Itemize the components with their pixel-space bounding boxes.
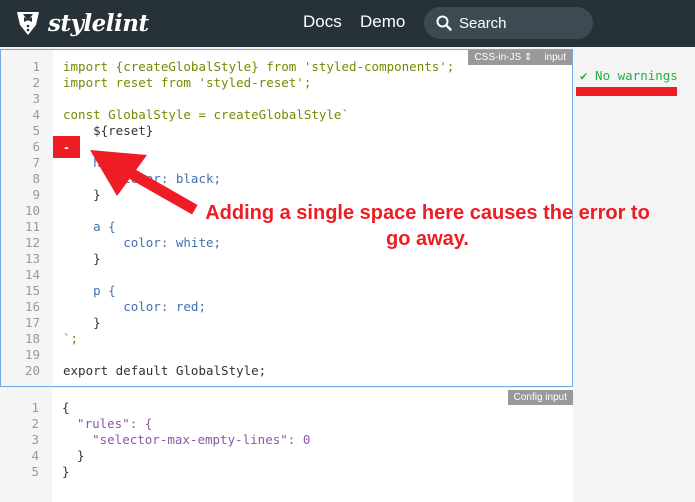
line-6-marker: - bbox=[53, 136, 80, 158]
line-number: 11 bbox=[24, 219, 40, 234]
top-nav-bar: stylelint Docs Demo bbox=[0, 0, 695, 47]
annotation-text: Adding a single space here causes the er… bbox=[205, 202, 650, 250]
search-box[interactable] bbox=[424, 7, 593, 39]
line-number: 3 bbox=[31, 432, 39, 447]
line-number: 9 bbox=[32, 187, 40, 202]
config-input-badge: Config input bbox=[507, 390, 573, 405]
line-number: 2 bbox=[31, 416, 39, 431]
line-number: 12 bbox=[24, 235, 40, 250]
line-number: 19 bbox=[24, 347, 40, 362]
logo-text: stylelint bbox=[48, 9, 149, 37]
code-line: } bbox=[63, 315, 101, 330]
line-number: 4 bbox=[31, 448, 39, 463]
marker-dash: - bbox=[64, 139, 69, 155]
config-line: } bbox=[62, 448, 85, 463]
config-line: { bbox=[62, 400, 70, 415]
code-line: import reset from 'styled-reset'; bbox=[63, 75, 312, 90]
line-number: 2 bbox=[32, 75, 40, 90]
line-number: 7 bbox=[32, 155, 40, 170]
code-line: const GlobalStyle = createGlobalStyle` bbox=[63, 107, 349, 122]
line-number: 3 bbox=[32, 91, 40, 106]
code-line: p { bbox=[63, 283, 116, 298]
line-number: 8 bbox=[32, 171, 40, 186]
syntax-mode-badge[interactable]: CSS-in-JS ⇕ input bbox=[468, 50, 572, 65]
line-number: 1 bbox=[32, 59, 40, 74]
code-line: color: black; bbox=[63, 171, 222, 186]
no-warnings-status: ✔ No warnings bbox=[580, 68, 678, 83]
line-number: 15 bbox=[24, 283, 40, 298]
config-editor[interactable]: Config input 1 { 2 "rules": { 3 "selector… bbox=[0, 388, 573, 502]
code-line: import {createGlobalStyle} from 'styled-… bbox=[63, 59, 455, 74]
config-line: } bbox=[62, 464, 70, 479]
config-line: "selector-max-empty-lines": 0 bbox=[62, 432, 311, 447]
line-number: 13 bbox=[24, 251, 40, 266]
line-number: 20 bbox=[24, 363, 40, 378]
stylelint-logo[interactable]: stylelint bbox=[14, 8, 149, 38]
code-line: `; bbox=[63, 331, 79, 346]
line-number: 4 bbox=[32, 107, 40, 122]
results-panel bbox=[573, 47, 695, 502]
code-line: a { bbox=[63, 219, 116, 234]
code-line: } bbox=[63, 251, 101, 266]
code-line: } bbox=[63, 187, 101, 202]
search-input[interactable] bbox=[459, 14, 579, 32]
line-number: 5 bbox=[32, 123, 40, 138]
line-number: 6 bbox=[32, 139, 40, 154]
config-line: "rules": { bbox=[62, 416, 153, 431]
select-arrows-icon: ⇕ bbox=[523, 52, 533, 63]
line-number: 16 bbox=[24, 299, 40, 314]
code-line: color: red; bbox=[63, 299, 206, 314]
nav-demo-link[interactable]: Demo bbox=[360, 12, 405, 32]
line-number: 5 bbox=[31, 464, 39, 479]
line-number: 14 bbox=[24, 267, 40, 282]
search-icon bbox=[436, 15, 452, 31]
input-label: input bbox=[544, 52, 566, 63]
line-number: 10 bbox=[24, 203, 40, 218]
nav-docs-link[interactable]: Docs bbox=[303, 12, 342, 32]
underline-highlight bbox=[576, 87, 677, 96]
code-line: export default GlobalStyle; bbox=[63, 363, 267, 378]
tuxedo-icon bbox=[17, 12, 39, 35]
code-line: color: white; bbox=[63, 235, 222, 250]
syntax-mode-select[interactable]: CSS-in-JS bbox=[474, 52, 521, 63]
line-number: 1 bbox=[31, 400, 39, 415]
line-number: 18 bbox=[24, 331, 40, 346]
line-number: 17 bbox=[24, 315, 40, 330]
